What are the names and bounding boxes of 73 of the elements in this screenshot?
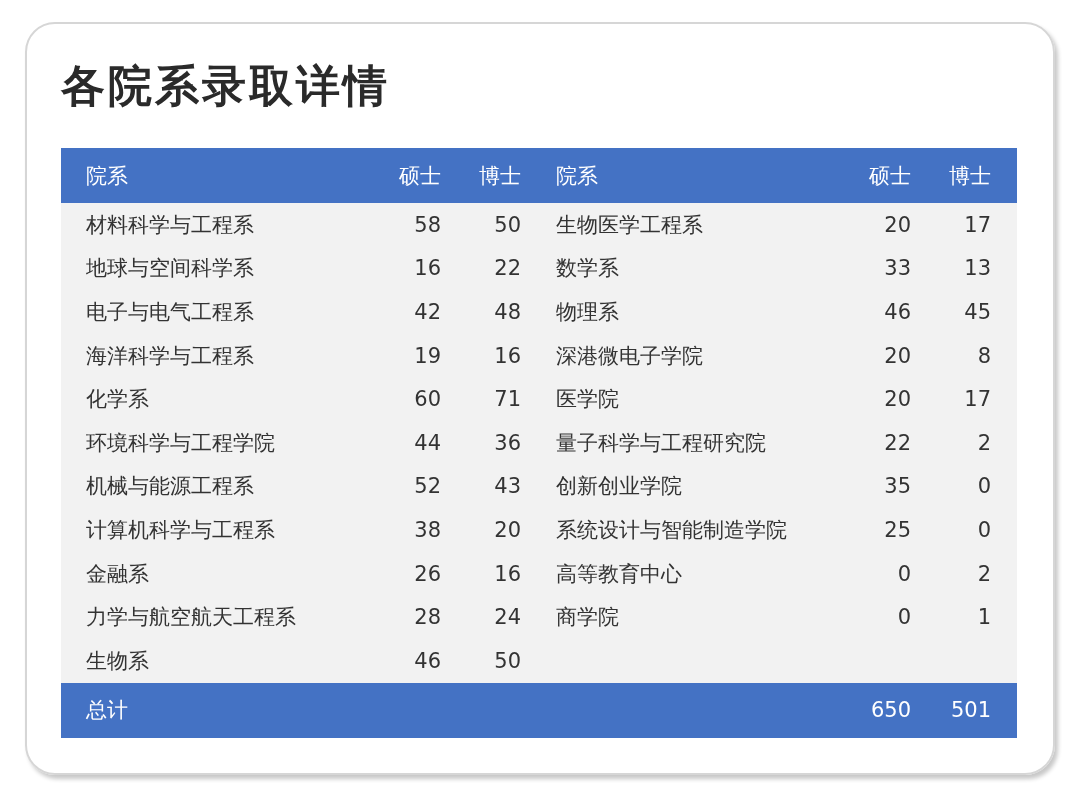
table-cell: 0 xyxy=(977,517,991,542)
table-cell: 28 xyxy=(414,605,441,630)
table-cell: 16 xyxy=(494,343,521,368)
table-cell: 化学系 xyxy=(86,387,149,412)
table-cell: 物理系 xyxy=(556,300,619,324)
table-cell: 58 xyxy=(414,212,441,237)
table-cell: 71 xyxy=(494,387,521,412)
table-cell: 量子科学与工程研究院 xyxy=(556,430,766,455)
table-cell: 38 xyxy=(414,517,441,542)
table-cell: 24 xyxy=(494,605,521,630)
table-cell: 16 xyxy=(494,561,521,586)
table-cell: 44 xyxy=(414,430,441,455)
total-label: 总计 xyxy=(86,698,128,723)
table-cell: 50 xyxy=(494,212,521,237)
table-cell: 电子与电气工程系 xyxy=(86,300,254,324)
table-cell: 2 xyxy=(977,561,991,586)
table-cell: 45 xyxy=(964,300,991,324)
table-cell: 创新创业学院 xyxy=(556,474,682,499)
table-cell: 20 xyxy=(884,387,911,412)
table-cell: 22 xyxy=(884,430,911,455)
table-cell: 数学系 xyxy=(556,256,619,281)
table-cell: 13 xyxy=(964,256,991,281)
column-header: 博士 xyxy=(949,163,991,188)
table-cell: 力学与航空航天工程系 xyxy=(86,605,296,630)
table-cell: 48 xyxy=(494,300,521,324)
table-cell: 35 xyxy=(884,474,911,499)
column-header: 院系 xyxy=(556,163,598,188)
table-cell: 生物系 xyxy=(86,648,149,673)
table-cell: 计算机科学与工程系 xyxy=(86,517,275,542)
table-cell: 42 xyxy=(414,300,441,324)
column-header: 博士 xyxy=(479,163,521,188)
table-cell: 20 xyxy=(494,517,521,542)
table-cell: 材料科学与工程系 xyxy=(86,212,254,237)
table-cell: 17 xyxy=(964,387,991,412)
table-cell: 0 xyxy=(897,605,911,630)
table-cell: 海洋科学与工程系 xyxy=(86,343,254,368)
table-cell: 20 xyxy=(884,212,911,237)
column-header: 院系 xyxy=(86,163,128,188)
table-cell: 深港微电子学院 xyxy=(556,343,703,368)
table-cell: 16 xyxy=(414,256,441,281)
column-header: 硕士 xyxy=(869,163,911,188)
table-cell: 46 xyxy=(884,300,911,324)
table-cell: 金融系 xyxy=(86,561,149,586)
table-cell: 生物医学工程系 xyxy=(556,212,703,237)
table-cell: 50 xyxy=(494,648,521,673)
table-cell: 机械与能源工程系 xyxy=(86,474,254,499)
table-cell: 20 xyxy=(884,343,911,368)
page-title: 各院系录取详情 xyxy=(61,59,391,113)
table-cell: 26 xyxy=(414,561,441,586)
table-cell: 商学院 xyxy=(556,605,619,630)
table-cell: 0 xyxy=(897,561,911,586)
table-cell: 地球与空间科学系 xyxy=(86,256,254,281)
table-cell: 2 xyxy=(977,430,991,455)
table-cell: 46 xyxy=(414,648,441,673)
table-cell: 8 xyxy=(977,343,991,368)
table-cell: 52 xyxy=(414,474,441,499)
table-cell: 0 xyxy=(977,474,991,499)
table-cell: 36 xyxy=(494,430,521,455)
table-cell: 环境科学与工程学院 xyxy=(86,430,275,455)
table-cell: 22 xyxy=(494,256,521,281)
total-masters: 650 xyxy=(870,698,911,723)
table-cell: 19 xyxy=(414,343,441,368)
table-cell: 33 xyxy=(884,256,911,281)
table-cell: 43 xyxy=(494,474,521,499)
table-cell: 医学院 xyxy=(556,387,619,412)
table-cell: 高等教育中心 xyxy=(556,561,682,586)
table-cell: 60 xyxy=(414,387,441,412)
table-cell: 25 xyxy=(884,517,911,542)
table-cell: 系统设计与智能制造学院 xyxy=(556,517,787,542)
table-cell: 1 xyxy=(977,605,991,630)
total-doctors: 501 xyxy=(950,698,991,723)
column-header: 硕士 xyxy=(399,163,441,188)
table-cell: 17 xyxy=(964,212,991,237)
